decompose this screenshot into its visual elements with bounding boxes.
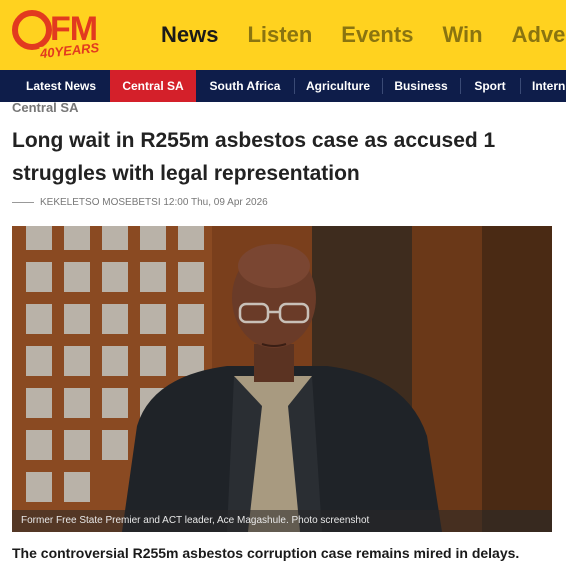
- category-international[interactable]: Intern: [522, 70, 566, 102]
- category-south-africa[interactable]: South Africa: [198, 70, 292, 102]
- byline-time: 12:00: [163, 197, 189, 208]
- logo-tagline: 40YEARS: [39, 39, 100, 62]
- logo-letter-o: [12, 10, 52, 50]
- nav-listen[interactable]: Listen: [247, 20, 312, 50]
- article-photo: Former Free State Premier and ACT leader…: [12, 226, 552, 532]
- nav-events[interactable]: Events: [341, 20, 413, 50]
- photo-illustration: [12, 226, 552, 532]
- category-bar: Latest News Central SA South Africa Agri…: [0, 70, 566, 102]
- article-lead: The controversial R255m asbestos corrupt…: [12, 545, 520, 561]
- category-latest-news[interactable]: Latest News: [14, 70, 108, 102]
- ofm-logo[interactable]: FM 40YEARS: [10, 6, 118, 64]
- article-section[interactable]: Central SA: [12, 100, 78, 115]
- category-agriculture[interactable]: Agriculture: [296, 70, 380, 102]
- category-divider: [294, 78, 295, 94]
- category-divider: [382, 78, 383, 94]
- article-byline: KEKELETSO MOSEBETSI 12:00 Thu, 09 Apr 20…: [12, 197, 268, 208]
- byline-author[interactable]: KEKELETSO MOSEBETSI: [40, 197, 161, 208]
- category-divider: [520, 78, 521, 94]
- site-header: FM 40YEARS News Listen Events Win Adver: [0, 0, 566, 70]
- nav-advertise[interactable]: Adver: [512, 20, 566, 50]
- byline-rule: [12, 201, 34, 203]
- category-central-sa[interactable]: Central SA: [110, 70, 196, 102]
- photo-caption: Former Free State Premier and ACT leader…: [12, 510, 552, 532]
- byline-date: Thu, 09 Apr 2026: [191, 197, 268, 208]
- category-business[interactable]: Business: [384, 70, 458, 102]
- nav-news[interactable]: News: [161, 20, 218, 50]
- main-nav: News Listen Events Win Adver: [161, 20, 566, 50]
- category-divider: [460, 78, 461, 94]
- category-sport[interactable]: Sport: [462, 70, 518, 102]
- nav-win[interactable]: Win: [442, 20, 482, 50]
- article-headline: Long wait in R255m asbestos case as accu…: [12, 129, 496, 185]
